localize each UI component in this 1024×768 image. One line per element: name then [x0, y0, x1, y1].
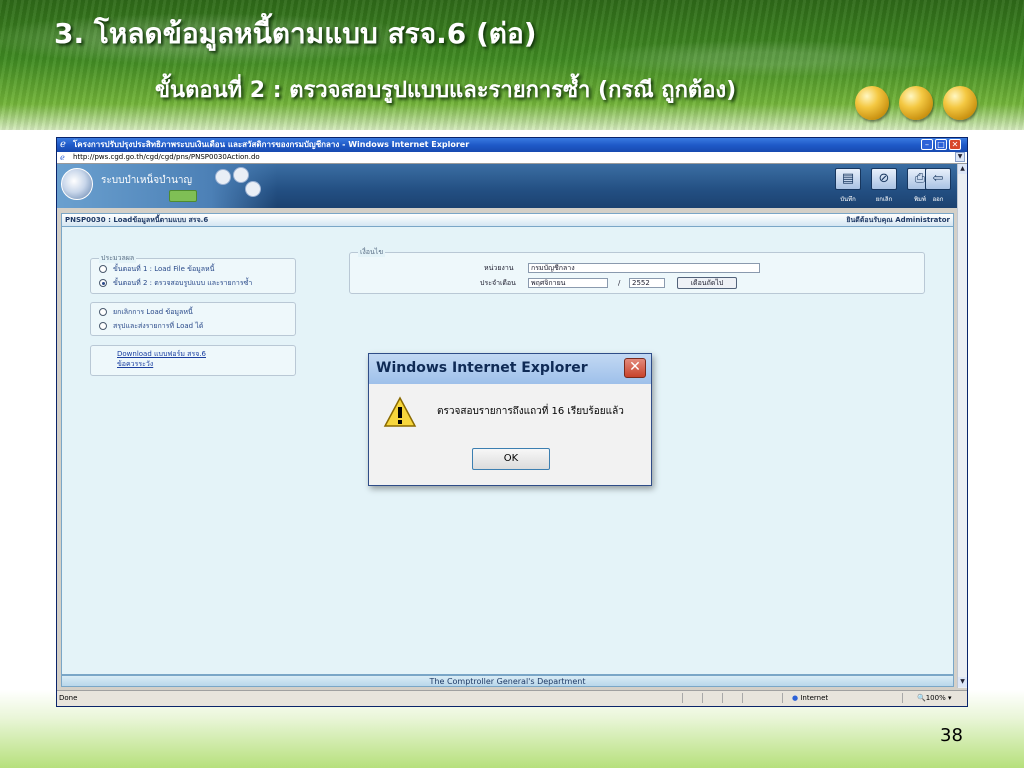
summary-radio[interactable]: สรุปและส่งรายการที่ Load ได้ [99, 321, 203, 331]
page-icon: ℯ [60, 153, 65, 162]
step-1-radio[interactable]: ขั้นตอนที่ 1 : Load File ข้อมูลหนี้ [99, 264, 214, 274]
cancel-label: ยกเลิก [875, 196, 893, 203]
condition-legend: เงื่อนไข [358, 248, 386, 257]
address-url[interactable]: http://pws.cgd.go.th/cgd/cgd/pns/PNSP003… [73, 152, 260, 163]
browser-window-title: โครงการปรับปรุงประสิทธิภาพระบบเงินเดือน … [73, 140, 470, 149]
alert-dialog: Windows Internet Explorer ✕ ตรวจสอบรายกา… [368, 353, 652, 486]
radio-icon[interactable] [99, 265, 107, 273]
people-illustration-icon [207, 167, 263, 203]
step-1-label: ขั้นตอนที่ 1 : Load File ข้อมูลหนี้ [113, 265, 215, 273]
gold-dot-icon [899, 86, 933, 120]
dialog-title: Windows Internet Explorer [376, 360, 588, 376]
dialog-titlebar: Windows Internet Explorer ✕ [369, 354, 651, 384]
security-zone: ● Internet [792, 693, 828, 703]
address-dropdown-icon[interactable]: ▼ [955, 152, 965, 162]
ok-button[interactable]: OK [472, 448, 550, 470]
page-number: 38 [940, 725, 963, 746]
scroll-down-icon[interactable]: ▼ [958, 677, 967, 687]
cancel-load-radio[interactable]: ยกเลิกการ Load ข้อมูลหนี้ [99, 307, 193, 317]
page-title: PNSP0030 : Loadข้อมูลหนี้ตามแบบ สรจ.6 [65, 216, 209, 224]
agency-label: หน่วยงาน [484, 264, 514, 272]
condition-group: เงื่อนไข หน่วยงาน กรมบัญชีกลาง ประจำเดือ… [349, 248, 925, 294]
caution-link[interactable]: ข้อควรระวัง [117, 360, 153, 368]
radio-icon[interactable] [99, 322, 107, 330]
action-group: ยกเลิกการ Load ข้อมูลหนี้ สรุปและส่งรายก… [90, 302, 296, 336]
dialog-message: ตรวจสอบรายการถึงแถวที่ 16 เรียบร้อยแล้ว [437, 406, 624, 417]
content-header: PNSP0030 : Loadข้อมูลหนี้ตามแบบ สรจ.6 ยิ… [62, 214, 953, 227]
app-banner: ระบบบำเหน็จบำนาญ ▤ บันทึก ⊘ ยกเลิก ⎙ พิม… [57, 164, 957, 208]
browser-statusbar: Done ● Internet 🔍100% ▾ [57, 690, 967, 706]
gold-dot-icon [855, 86, 889, 120]
download-form-link[interactable]: Download แบบฟอร์ม สรจ.6 [117, 350, 206, 358]
zoom-control[interactable]: 🔍100% ▾ [917, 693, 951, 703]
dialog-close-button[interactable]: ✕ [624, 358, 646, 378]
exit-icon: ⇦ [932, 171, 944, 186]
exit-button[interactable]: ⇦ [925, 168, 951, 190]
footer-text: The Comptroller General's Department [429, 677, 586, 686]
month-label: ประจำเดือน [480, 279, 516, 287]
warning-icon [383, 396, 417, 427]
status-text: Done [59, 694, 78, 702]
address-bar[interactable]: ℯ http://pws.cgd.go.th/cgd/cgd/pns/PNSP0… [57, 152, 967, 164]
step-2-radio[interactable]: ขั้นตอนที่ 2 : ตรวจสอบรูปแบบ และรายการซ้… [99, 278, 252, 288]
agency-field[interactable]: กรมบัญชีกลาง [528, 263, 760, 273]
zoom-level: 100% [925, 694, 946, 702]
print-icon: ⎙ [914, 171, 926, 186]
ie-logo-icon: ℯ [60, 139, 66, 150]
welcome-text: ยินดีต้อนรับคุณ Administrator [846, 216, 950, 224]
gold-dot-icon [943, 86, 977, 120]
app-footer: The Comptroller General's Department [61, 675, 954, 687]
radio-icon[interactable] [99, 308, 107, 316]
save-icon: ▤ [841, 171, 855, 186]
dialog-body: ตรวจสอบรายการถึงแถวที่ 16 เรียบร้อยแล้ว … [369, 384, 651, 485]
process-legend: ประมวลผล [99, 254, 137, 263]
maximize-button[interactable]: □ [935, 139, 947, 150]
minimize-button[interactable]: – [921, 139, 933, 150]
close-window-button[interactable]: ✕ [949, 139, 961, 150]
year-field[interactable]: 2552 [629, 278, 665, 288]
slide-subtitle: ขั้นตอนที่ 2 : ตรวจสอบรูปแบบและรายการซ้ำ… [155, 78, 737, 103]
date-separator: / [618, 279, 621, 287]
vertical-scrollbar[interactable]: ▲ ▼ [957, 164, 967, 688]
slide-title: 3. โหลดข้อมูลหนี้ตามแบบ สรจ.6 (ต่อ) [54, 17, 537, 50]
step-2-label: ขั้นตอนที่ 2 : ตรวจสอบรูปแบบ และรายการซ้… [113, 279, 253, 287]
globe-icon: ● [792, 694, 799, 702]
cancel-load-label: ยกเลิกการ Load ข้อมูลหนี้ [113, 308, 193, 316]
process-group: ประมวลผล ขั้นตอนที่ 1 : Load File ข้อมูล… [90, 254, 296, 294]
system-name: ระบบบำเหน็จบำนาญ [101, 175, 193, 186]
month-field[interactable]: พฤศจิกายน [528, 278, 608, 288]
cancel-button[interactable]: ⊘ [871, 168, 897, 190]
save-button[interactable]: ▤ [835, 168, 861, 190]
cancel-icon: ⊘ [878, 171, 890, 186]
links-group: Download แบบฟอร์ม สรจ.6 ข้อควรระวัง [90, 345, 296, 376]
summary-label: สรุปและส่งรายการที่ Load ได้ [113, 322, 204, 330]
zoom-icon: 🔍 [917, 694, 926, 702]
next-month-button[interactable]: เดือนถัดไป [677, 277, 737, 289]
radio-selected-icon[interactable] [99, 279, 107, 287]
browser-titlebar: ℯ โครงการปรับปรุงประสิทธิภาพระบบเงินเดือ… [57, 138, 967, 152]
save-label: บันทึก [840, 196, 856, 203]
scroll-up-icon[interactable]: ▲ [958, 164, 967, 174]
decorative-dots [855, 86, 985, 122]
security-zone-label: Internet [800, 694, 829, 702]
department-logo-icon [61, 168, 93, 200]
exit-label: ออก [932, 196, 944, 203]
money-illustration-icon [169, 190, 197, 202]
